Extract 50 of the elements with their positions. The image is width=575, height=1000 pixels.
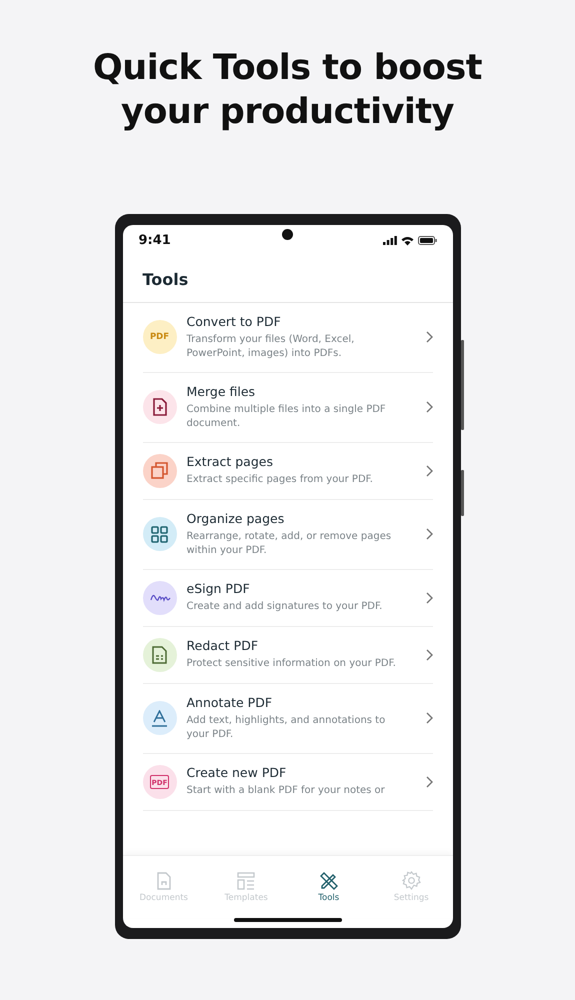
tool-description: Create and add signatures to your PDF. xyxy=(186,600,384,614)
tool-list-item[interactable]: PDF Convert to PDF Transform your files (Word, Excel, PowerPoint, images) into PDFs. xyxy=(142,302,432,373)
tool-list-item[interactable]: Annotate PDF Add text, highlights, and annotations to your PDF. xyxy=(142,684,432,754)
tool-list-item[interactable]: Redact PDF Protect sensitive information on your PDF. xyxy=(142,626,432,684)
wifi-icon xyxy=(400,236,414,246)
tool-list-item[interactable]: Extract pages Extract specific pages from your PDF. xyxy=(142,442,432,500)
document-icon xyxy=(152,646,167,664)
tool-description: Protect sensitive information on your PDF. xyxy=(186,657,397,672)
tool-title: Extract pages xyxy=(186,454,274,470)
tool-list-item[interactable]: Organize pages Rearrange, rotate, add, or remove pages within your PDF. xyxy=(142,500,432,570)
tool-title: Create new PDF xyxy=(186,765,288,782)
tool-description: Transform your files (Word, Excel, PowerPoint, images) into PDFs. xyxy=(186,332,356,361)
text-icon xyxy=(151,710,168,727)
chevron-right-icon xyxy=(426,592,432,604)
tool-title: Organize pages xyxy=(186,510,286,527)
tool-description: Start with a blank PDF for your notes or xyxy=(186,784,386,798)
chevron-right-icon xyxy=(426,776,432,788)
tool-title: Merge files xyxy=(186,384,256,400)
screen-title: Tools xyxy=(142,270,188,289)
file-plus-icon xyxy=(152,398,168,416)
tool-list-item[interactable]: Merge files Combine multiple files into a single PDF document. xyxy=(142,372,432,443)
tab-bar-item[interactable]: Tools xyxy=(294,872,364,903)
pdf-label: PDF xyxy=(150,332,170,342)
chevron-right-icon xyxy=(426,401,432,414)
tool-title: eSign PDF xyxy=(186,581,251,598)
status-time: 9:41 xyxy=(138,233,171,248)
pencil-ruler-icon xyxy=(320,872,338,890)
settings-icon xyxy=(402,871,421,890)
chevron-right-icon xyxy=(426,464,432,477)
chevron-right-icon xyxy=(426,648,432,661)
tool-description: Extract specific pages from your PDF. xyxy=(186,473,374,488)
battery-icon xyxy=(418,236,436,246)
camera-dot xyxy=(282,229,292,240)
tool-title: Redact PDF xyxy=(186,638,260,654)
tool-title: Annotate PDF xyxy=(186,694,274,711)
headline: Quick Tools to boost xyxy=(93,47,482,90)
grid-icon xyxy=(151,526,168,543)
chevron-right-icon xyxy=(426,528,432,540)
headline: your productivity xyxy=(121,91,454,134)
chevron-right-icon xyxy=(426,712,432,724)
copy-icon xyxy=(151,462,168,480)
signal-icon xyxy=(382,236,396,246)
tool-description: Combine multiple files into a single PDF document. xyxy=(186,402,387,431)
template-icon xyxy=(237,872,256,890)
tool-description: Add text, highlights, and annotations to your PDF. xyxy=(186,714,386,742)
chevron-right-icon xyxy=(426,331,432,344)
tool-title: Convert to PDF xyxy=(186,314,282,330)
tool-description: Rearrange, rotate, add, or remove pages within your PDF. xyxy=(186,530,392,558)
document-icon xyxy=(156,872,172,890)
tool-list-item[interactable]: eSign PDF Create and add signatures to your PDF. xyxy=(142,570,432,627)
